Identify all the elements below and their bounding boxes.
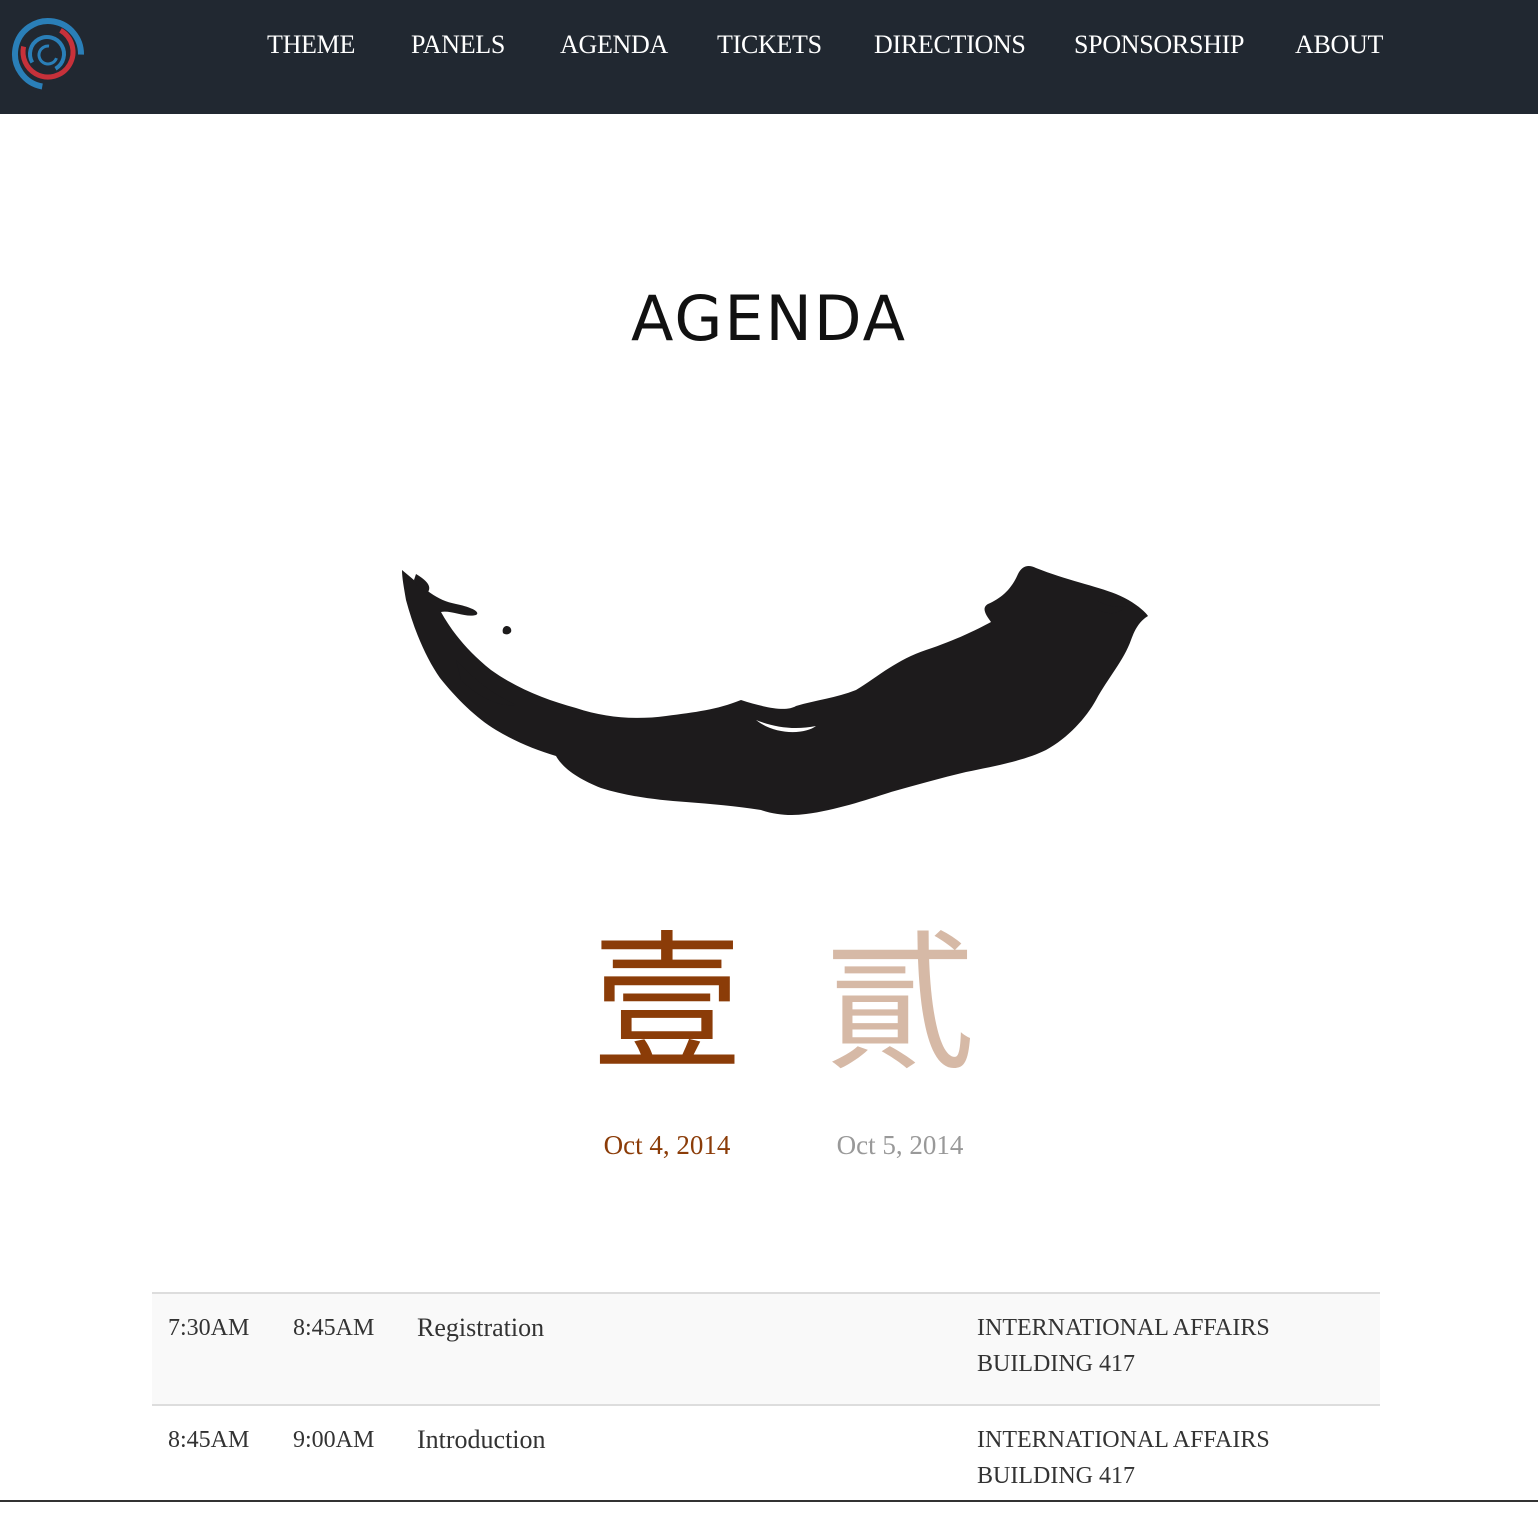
session-location: INTERNATIONAL AFFAIRS BUILDING 417 bbox=[961, 1292, 1380, 1405]
day-1-glyph: 壹 bbox=[591, 918, 742, 1092]
agenda-row: 7:30AM 8:45AM Registration INTERNATIONAL… bbox=[152, 1292, 1380, 1405]
nav-link-theme[interactable]: THEME bbox=[267, 30, 355, 60]
nav-link-agenda[interactable]: AGENDA bbox=[560, 30, 668, 60]
top-navbar: THEME PANELS AGENDA TICKETS DIRECTIONS S… bbox=[0, 0, 1538, 114]
agenda-table: 7:30AM 8:45AM Registration INTERNATIONAL… bbox=[152, 1292, 1380, 1516]
day-2-date: Oct 5, 2014 bbox=[836, 1130, 964, 1160]
session-title: Registration bbox=[401, 1292, 961, 1405]
day-tab-1[interactable]: 壹 Oct 4, 2014 bbox=[567, 910, 767, 1161]
day-tab-2[interactable]: 貳 Oct 5, 2014 bbox=[800, 910, 1000, 1161]
divider bbox=[0, 1500, 1538, 1502]
nav-link-sponsorship[interactable]: SPONSORSHIP bbox=[1074, 30, 1244, 60]
day-1-date: Oct 4, 2014 bbox=[603, 1130, 731, 1160]
nav-link-tickets[interactable]: TICKETS bbox=[717, 30, 822, 60]
nav-link-about[interactable]: ABOUT bbox=[1295, 30, 1383, 60]
start-time: 7:30AM bbox=[152, 1292, 277, 1405]
day-2-glyph: 貳 bbox=[824, 918, 975, 1092]
end-time: 8:45AM bbox=[277, 1292, 401, 1405]
nav-link-directions[interactable]: DIRECTIONS bbox=[874, 30, 1026, 60]
ink-brush-stroke-icon bbox=[402, 566, 1148, 815]
page-title: AGENDA bbox=[631, 282, 907, 355]
main-nav: THEME PANELS AGENDA TICKETS DIRECTIONS S… bbox=[0, 30, 1538, 64]
nav-link-panels[interactable]: PANELS bbox=[411, 30, 505, 60]
